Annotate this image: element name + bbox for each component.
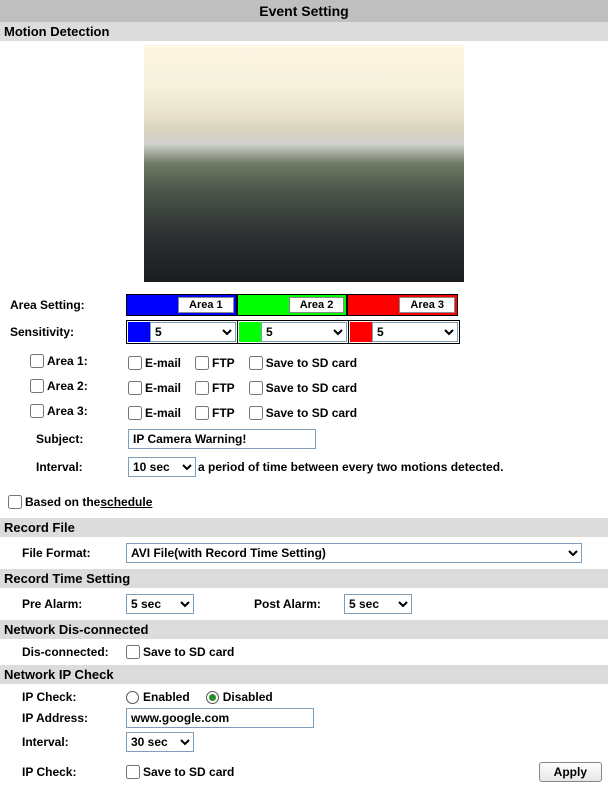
- pre-alarm-label: Pre Alarm:: [6, 597, 126, 611]
- area-1-ftp-label: FTP: [212, 356, 235, 370]
- pre-alarm-select[interactable]: 5 sec: [126, 594, 194, 614]
- area-1-button[interactable]: Area 1: [178, 297, 234, 313]
- post-alarm-select[interactable]: 5 sec: [344, 594, 412, 614]
- page-title: Event Setting: [0, 0, 608, 22]
- interval-select[interactable]: 10 sec: [128, 457, 196, 477]
- disconnected-sd-label: Save to SD card: [143, 645, 234, 659]
- post-alarm-label: Post Alarm:: [254, 597, 344, 611]
- based-on-prefix: Based on the: [25, 495, 100, 509]
- radio-selected-icon: [206, 691, 219, 704]
- ipcheck-sd-checkbox[interactable]: [126, 765, 140, 779]
- network-ipcheck-header: Network IP Check: [0, 665, 608, 684]
- area-3-row-label: Area 3:: [47, 404, 88, 418]
- disabled-label: Disabled: [223, 690, 273, 704]
- area-1-row-label: Area 1:: [47, 354, 88, 368]
- area-3-enable-checkbox[interactable]: [30, 404, 44, 418]
- area-2-ftp-label: FTP: [212, 381, 235, 395]
- area-2-sd-checkbox[interactable]: [249, 381, 263, 395]
- disconnected-sd-checkbox[interactable]: [126, 645, 140, 659]
- motion-detection-header: Motion Detection: [0, 22, 608, 41]
- area-1-sd-label: Save to SD card: [266, 356, 357, 370]
- area-1-sd-checkbox[interactable]: [249, 356, 263, 370]
- area-1-ftp-checkbox[interactable]: [195, 356, 209, 370]
- preview-container: [0, 41, 608, 288]
- sensitivity-1-block: 5: [126, 320, 238, 344]
- area-3-sd-label: Save to SD card: [266, 406, 357, 420]
- area-1-email-label: E-mail: [145, 356, 181, 370]
- sensitivity-label: Sensitivity:: [6, 325, 126, 339]
- ipcheck2-label: IP Check:: [6, 765, 126, 779]
- sensitivity-3-select[interactable]: 5: [372, 322, 458, 342]
- area-2-enable-checkbox[interactable]: [30, 379, 44, 393]
- area-3-ftp-label: FTP: [212, 406, 235, 420]
- ip-address-input[interactable]: [126, 708, 314, 728]
- area-2-ftp-checkbox[interactable]: [195, 381, 209, 395]
- apply-button[interactable]: Apply: [539, 762, 602, 782]
- area-1-color-cell: Area 1: [126, 294, 237, 316]
- ipcheck-enabled-radio[interactable]: Enabled: [126, 690, 190, 704]
- swatch-blue: [128, 322, 150, 342]
- radio-icon: [126, 691, 139, 704]
- file-format-select[interactable]: AVI File(with Record Time Setting): [126, 543, 582, 563]
- area-2-color-cell: Area 2: [237, 294, 348, 316]
- area-2-sd-label: Save to SD card: [266, 381, 357, 395]
- area-setting-label: Area Setting:: [6, 298, 126, 312]
- ipcheck-disabled-radio[interactable]: Disabled: [206, 690, 273, 704]
- sensitivity-1-select[interactable]: 5: [150, 322, 236, 342]
- subject-label: Subject:: [8, 432, 128, 446]
- network-disconnected-header: Network Dis-connected: [0, 620, 608, 639]
- area-1-enable-checkbox[interactable]: [30, 354, 44, 368]
- area-3-ftp-checkbox[interactable]: [195, 406, 209, 420]
- area-3-sd-checkbox[interactable]: [249, 406, 263, 420]
- ipcheck-interval-select[interactable]: 30 sec: [126, 732, 194, 752]
- ipcheck-label: IP Check:: [6, 690, 126, 704]
- area-2-email-label: E-mail: [145, 381, 181, 395]
- interval-hint: a period of time between every two motio…: [198, 460, 503, 474]
- sensitivity-2-block: 5: [238, 320, 349, 344]
- interval-label: Interval:: [8, 460, 128, 474]
- based-on-schedule-checkbox[interactable]: [8, 495, 22, 509]
- camera-preview: [144, 45, 464, 282]
- area-2-email-checkbox[interactable]: [128, 381, 142, 395]
- sensitivity-3-block: 5: [349, 320, 460, 344]
- sensitivity-2-select[interactable]: 5: [261, 322, 347, 342]
- swatch-red: [350, 322, 372, 342]
- area-3-email-checkbox[interactable]: [128, 406, 142, 420]
- file-format-label: File Format:: [6, 546, 126, 560]
- ipcheck-sd-label: Save to SD card: [143, 765, 234, 779]
- area-3-color-cell: Area 3: [347, 294, 458, 316]
- area-3-button[interactable]: Area 3: [399, 297, 455, 313]
- swatch-green: [239, 322, 261, 342]
- area-1-email-checkbox[interactable]: [128, 356, 142, 370]
- schedule-link[interactable]: schedule: [100, 495, 152, 509]
- area-2-row-label: Area 2:: [47, 379, 88, 393]
- ip-address-label: IP Address:: [6, 711, 126, 725]
- area-2-button[interactable]: Area 2: [289, 297, 345, 313]
- enabled-label: Enabled: [143, 690, 190, 704]
- area-3-email-label: E-mail: [145, 406, 181, 420]
- disconnected-label: Dis-connected:: [6, 645, 126, 659]
- record-time-header: Record Time Setting: [0, 569, 608, 588]
- subject-input[interactable]: [128, 429, 316, 449]
- record-file-header: Record File: [0, 518, 608, 537]
